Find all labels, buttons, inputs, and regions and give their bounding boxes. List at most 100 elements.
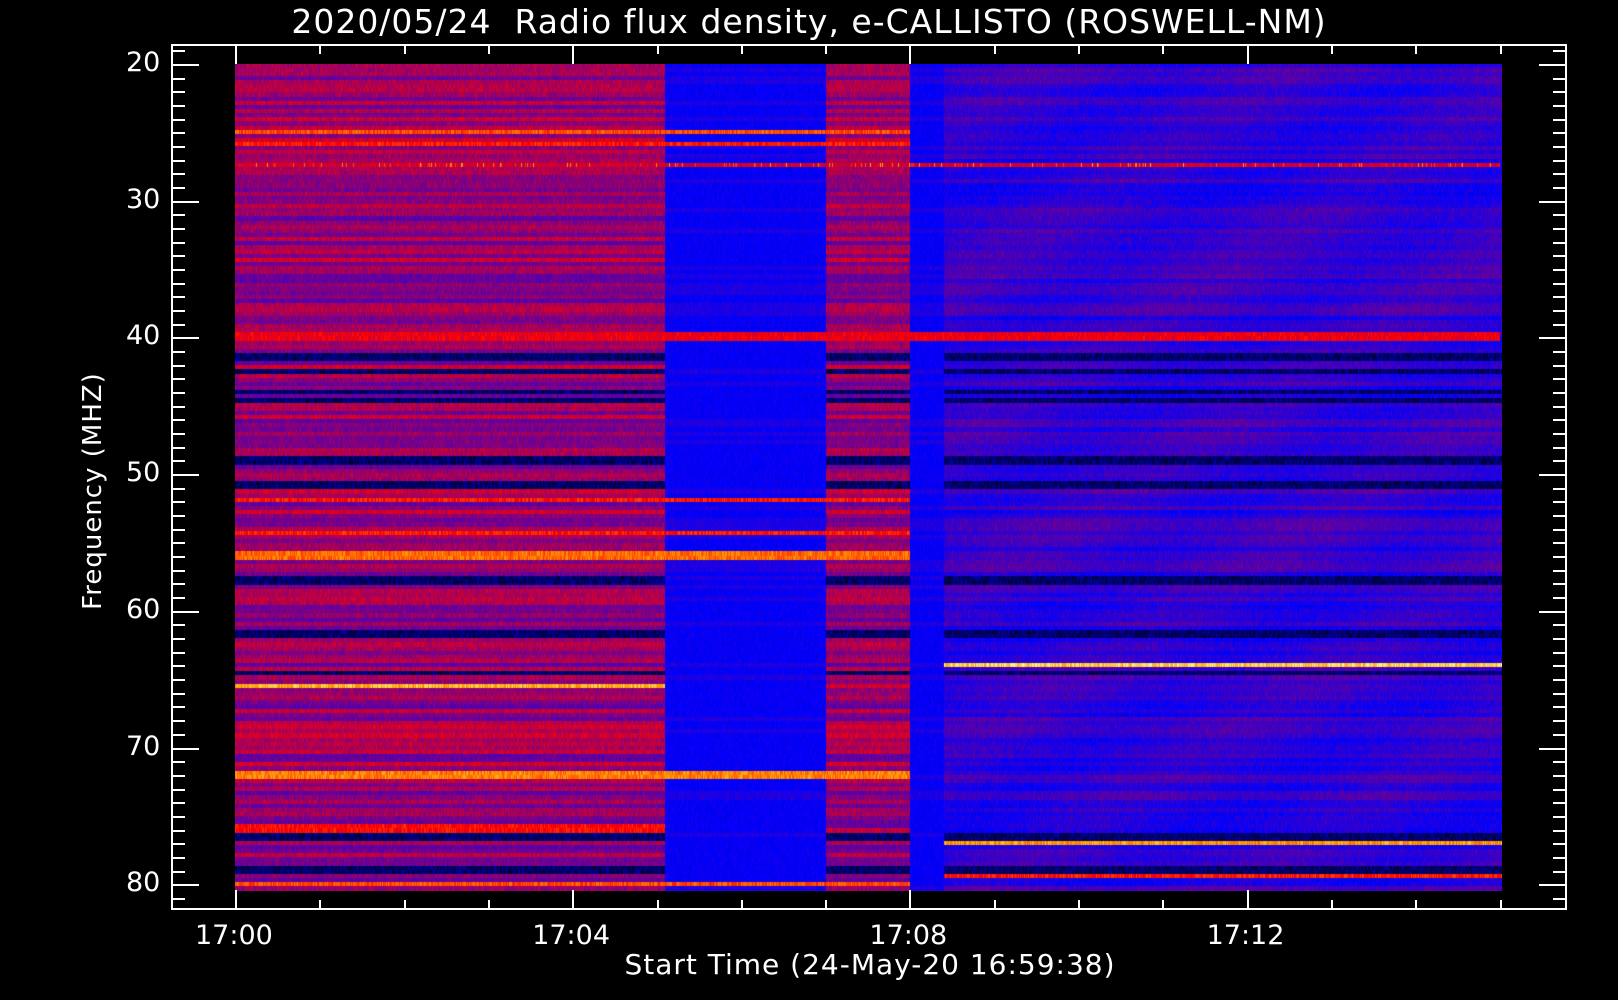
x-tick xyxy=(235,890,237,910)
x-tick-top xyxy=(1078,44,1080,54)
y-tick xyxy=(171,406,185,408)
y-tick xyxy=(171,132,185,134)
y-tick-right xyxy=(1553,802,1567,804)
y-tick-right xyxy=(1553,665,1567,667)
y-tick-right xyxy=(1553,78,1567,80)
y-tick xyxy=(171,365,185,367)
x-tick-top xyxy=(1331,44,1333,54)
y-tick-right xyxy=(1553,351,1567,353)
y-tick xyxy=(171,638,185,640)
y-tick xyxy=(171,706,185,708)
y-tick-right xyxy=(1553,91,1567,93)
y-tick xyxy=(171,652,185,654)
y-tick-label: 60 xyxy=(126,593,161,625)
y-tick-label: 40 xyxy=(126,320,161,352)
x-tick-top xyxy=(235,44,237,64)
y-tick-right xyxy=(1553,597,1567,599)
y-tick-right xyxy=(1553,146,1567,148)
y-tick xyxy=(171,720,185,722)
y-tick xyxy=(171,816,185,818)
x-tick xyxy=(741,900,743,910)
y-tick xyxy=(171,119,185,121)
y-tick xyxy=(171,529,185,531)
y-tick-right xyxy=(1553,160,1567,162)
y-tick xyxy=(171,242,185,244)
y-axis-label: Frequency (MHZ) xyxy=(78,372,108,610)
y-tick-right xyxy=(1539,474,1567,476)
y-tick-right xyxy=(1553,378,1567,380)
x-tick xyxy=(825,900,827,910)
y-tick xyxy=(171,611,199,613)
y-tick-right xyxy=(1553,365,1567,367)
x-tick xyxy=(319,900,321,910)
y-tick-right xyxy=(1553,857,1567,859)
x-tick xyxy=(1500,900,1502,910)
y-tick-right xyxy=(1553,816,1567,818)
y-tick-right xyxy=(1553,693,1567,695)
y-tick xyxy=(171,91,185,93)
y-tick xyxy=(171,351,185,353)
y-tick-right xyxy=(1553,734,1567,736)
y-tick-right xyxy=(1553,529,1567,531)
y-tick-right xyxy=(1553,392,1567,394)
x-tick-top xyxy=(994,44,996,54)
y-tick-right xyxy=(1553,720,1567,722)
y-tick xyxy=(171,173,185,175)
y-tick-label: 30 xyxy=(126,183,161,215)
x-tick-top xyxy=(657,44,659,54)
y-tick-right xyxy=(1553,570,1567,572)
y-tick-right xyxy=(1553,50,1567,52)
y-tick xyxy=(171,447,185,449)
y-tick-right xyxy=(1553,324,1567,326)
y-tick xyxy=(171,665,185,667)
y-tick xyxy=(171,296,185,298)
y-tick-label: 20 xyxy=(126,47,161,78)
y-tick xyxy=(171,583,185,585)
y-tick-right xyxy=(1553,679,1567,681)
y-tick xyxy=(171,324,185,326)
x-tick xyxy=(1162,900,1164,910)
y-tick xyxy=(171,255,185,257)
x-tick xyxy=(1078,900,1080,910)
y-tick xyxy=(171,269,185,271)
y-tick xyxy=(171,488,185,490)
y-tick-right xyxy=(1553,228,1567,230)
y-tick xyxy=(171,898,185,900)
y-tick xyxy=(171,50,185,52)
y-tick xyxy=(171,392,185,394)
y-tick-right xyxy=(1553,296,1567,298)
y-tick xyxy=(171,789,185,791)
y-tick xyxy=(171,679,185,681)
y-tick-right xyxy=(1553,419,1567,421)
y-tick-right xyxy=(1553,542,1567,544)
y-tick xyxy=(171,693,185,695)
x-tick xyxy=(657,900,659,910)
y-tick-right xyxy=(1553,843,1567,845)
y-tick-right xyxy=(1553,255,1567,257)
y-tick-right xyxy=(1553,706,1567,708)
x-tick-top xyxy=(319,44,321,54)
x-tick xyxy=(1247,890,1249,910)
y-tick-right xyxy=(1553,898,1567,900)
y-tick xyxy=(171,160,185,162)
y-tick-right xyxy=(1553,173,1567,175)
y-tick-right xyxy=(1539,201,1567,203)
y-tick-right xyxy=(1553,105,1567,107)
y-tick-right xyxy=(1539,884,1567,886)
y-tick xyxy=(171,433,185,435)
x-tick xyxy=(404,900,406,910)
x-axis-label: Start Time (24-May-20 16:59:38) xyxy=(624,948,1116,981)
spectrogram-heatmap xyxy=(235,64,1502,891)
y-tick-right xyxy=(1553,242,1567,244)
x-tick xyxy=(994,900,996,910)
x-tick xyxy=(1331,900,1333,910)
y-tick-right xyxy=(1553,638,1567,640)
y-tick-right xyxy=(1553,132,1567,134)
x-tick-top xyxy=(909,44,911,64)
y-tick xyxy=(171,871,185,873)
y-tick xyxy=(171,802,185,804)
y-tick-right xyxy=(1539,64,1567,66)
y-tick xyxy=(171,378,185,380)
y-tick xyxy=(171,501,185,503)
y-tick xyxy=(171,310,185,312)
